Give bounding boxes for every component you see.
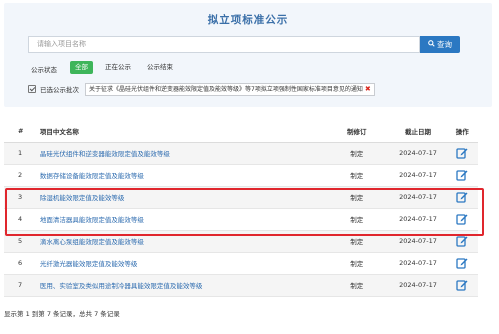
batch-tag-text: 关于征求《晶硅光伏组件和逆变器能效限定值及能效等级》等7项拟立项强制性国家标准项…: [89, 85, 363, 93]
table-row: 7 医用、实验室及类似用途制冷器具能效限定值及能效等级 制定 2024-07-17: [4, 274, 478, 297]
search-button-label: 查询: [437, 40, 452, 49]
row-revision: 制定: [323, 274, 390, 297]
row-deadline: 2024-07-17: [389, 274, 447, 297]
header-action: 操作: [446, 120, 478, 143]
row-name-link[interactable]: 晶硅光伏组件和逆变器能效限定值及能效等级: [30, 142, 324, 165]
header-deadline: 截止日期: [389, 120, 447, 143]
filter-all[interactable]: 全部: [70, 61, 93, 74]
edit-icon[interactable]: [456, 257, 468, 269]
row-index: 7: [4, 274, 31, 297]
table-row: 6 光纤激光器能效限定值及能效等级 制定 2024-07-17: [4, 252, 478, 275]
row-name-link[interactable]: 医用、实验室及类似用途制冷器具能效限定值及能效等级: [30, 274, 324, 297]
header-index: #: [4, 120, 31, 143]
row-action: [446, 164, 478, 187]
table-row: 1 晶硅光伏组件和逆变器能效限定值及能效等级 制定 2024-07-17: [4, 142, 478, 165]
row-index: 1: [4, 142, 31, 165]
row-deadline: 2024-07-17: [389, 252, 447, 275]
batch-tag[interactable]: 关于征求《晶硅光伏组件和逆变器能效限定值及能效等级》等7项拟立项强制性国家标准项…: [85, 82, 375, 96]
close-icon[interactable]: ✖: [365, 85, 371, 93]
page-title: 拟立项标准公示: [207, 14, 289, 26]
filter-ended[interactable]: 公示结束: [142, 61, 178, 74]
row-action: [446, 252, 478, 275]
batch-label: 已选公示批次: [40, 86, 79, 94]
header-name: 项目中文名称: [30, 120, 324, 143]
row-action: [446, 142, 478, 165]
edit-icon[interactable]: [456, 147, 468, 159]
row-name-link[interactable]: 光纤激光器能效限定值及能效等级: [30, 252, 324, 275]
row-name-link[interactable]: 数据存储设备能效限定值及能效等级: [30, 164, 324, 187]
row-revision: 制定: [323, 142, 390, 165]
edit-icon[interactable]: [456, 169, 468, 181]
status-filter-label: 公示状态: [31, 66, 57, 74]
row-revision: 制定: [323, 252, 390, 275]
pagination-summary: 显示第 1 到第 7 条记录，总共 7 条记录: [4, 310, 120, 318]
search-button[interactable]: 查询: [420, 36, 460, 53]
table-row: 2 数据存储设备能效限定值及能效等级 制定 2024-07-17: [4, 164, 478, 187]
row-action: [446, 274, 478, 297]
highlight-box: [5, 188, 484, 236]
header-revision: 制修订: [323, 120, 390, 143]
search-input[interactable]: 请输入项目名称: [28, 36, 420, 53]
edit-icon[interactable]: [456, 235, 468, 247]
table-header: # 项目中文名称 制修订 截止日期 操作: [4, 120, 478, 143]
row-deadline: 2024-07-17: [389, 164, 447, 187]
row-index: 6: [4, 252, 31, 275]
edit-icon[interactable]: [456, 279, 468, 291]
filter-ongoing[interactable]: 正在公示: [100, 61, 136, 74]
batch-filter: 已选公示批次 关于征求《晶硅光伏组件和逆变器能效限定值及能效等级》等7项拟立项强…: [28, 82, 375, 96]
row-deadline: 2024-07-17: [389, 142, 447, 165]
check-icon: [28, 85, 36, 93]
row-index: 2: [4, 164, 31, 187]
row-revision: 制定: [323, 164, 390, 187]
search-icon: [428, 40, 435, 47]
